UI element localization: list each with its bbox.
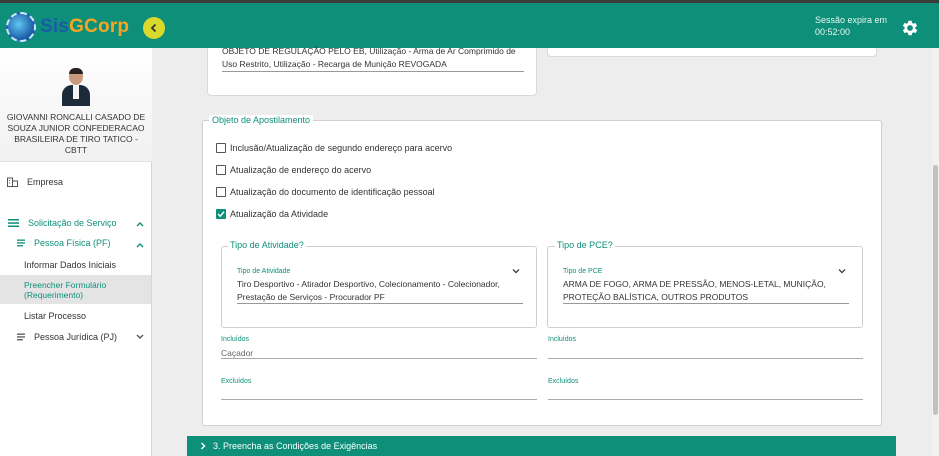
globe-icon [6,12,36,42]
sidebar-item-label: Pessoa Jurídica (PJ) [34,332,118,342]
sidebar-item-solicitacao[interactable]: Solicitação de Serviço [8,218,117,228]
checkbox[interactable] [216,165,226,175]
sidebar-item-label: Preencher Formulário (Requerimento) [24,279,107,300]
sidebar-item-label: Informar Dados Iniciais [24,260,117,270]
logo-text: SisGCorp [40,16,130,37]
option-label: Inclusão/Atualização de segundo endereço… [230,143,453,153]
top-bar: SisGCorp Sessão expira em 00:52:00 [0,0,939,48]
atividade-excluidos-label: Excluídos [221,378,252,385]
apostilamento-legend: Objeto de Apostilamento [209,115,314,125]
chevron-down-icon[interactable] [136,334,144,340]
regulation-card: OBJETO DE REGULAÇÃO PELO EB, Utilização … [207,46,537,96]
building-icon [7,177,18,187]
checkbox[interactable] [216,143,226,153]
option-endereco-acervo[interactable]: Atualização de endereço do acervo [216,165,371,175]
tipo-pce-label: Tipo de PCE [563,268,603,275]
option-documento-identificacao[interactable]: Atualização do documento de identificaçã… [216,187,435,197]
gear-icon[interactable] [900,18,920,38]
sidebar-item-informar-dados[interactable]: Informar Dados Iniciais [24,260,116,270]
tipo-atividade-select[interactable]: Tiro Desportivo - Atirador Desportivo, C… [237,278,527,304]
regulation-text: OBJETO DE REGULAÇÃO PELO EB, Utilização … [222,46,516,69]
menu-lines-icon [8,219,19,227]
right-card [547,48,877,57]
check-icon [217,211,225,218]
sidebar-item-label: Empresa [27,177,64,187]
avatar [61,68,91,106]
option-segundo-endereco[interactable]: Inclusão/Atualização de segundo endereço… [216,143,452,153]
pce-excluidos-label: Excluídos [548,378,579,385]
sidebar-item-label: Solicitação de Serviço [28,218,117,228]
section-3-header[interactable]: 3. Preencha as Condições de Exigências [187,436,896,456]
option-atualizacao-atividade[interactable]: Atualização da Atividade [216,209,328,219]
chevron-up-icon[interactable] [136,221,144,227]
atividade-incluidos-label: Incluídos [221,336,250,343]
collapse-sidebar-button[interactable] [143,17,165,39]
app-logo: SisGCorp [6,9,129,45]
tipo-atividade-label: Tipo de Atividade [237,268,291,275]
option-label: Atualização da Atividade [230,209,329,219]
atividade-incluidos-value: Caçador [221,348,254,358]
scrollbar-thumb[interactable] [933,165,938,415]
user-profile: GIOVANNI RONCALLI CASADO DE SOUZA JUNIOR… [0,48,152,162]
chevron-up-icon[interactable] [136,242,144,248]
tipo-pce-legend: Tipo de PCE? [555,240,615,250]
checkbox[interactable] [216,187,226,197]
sidebar-item-empresa[interactable]: Empresa [7,177,63,187]
sidebar-item-pessoa-juridica[interactable]: Pessoa Jurídica (PJ) [17,332,117,342]
tipo-pce-select[interactable]: ARMA DE FOGO, ARMA DE PRESSÃO, MENOS-LET… [563,278,853,304]
profile-name: GIOVANNI RONCALLI CASADO DE SOUZA JUNIOR… [6,112,146,155]
section-3-title: 3. Preencha as Condições de Exigências [213,441,378,451]
chevron-right-icon [201,442,206,450]
sidebar: GIOVANNI RONCALLI CASADO DE SOUZA JUNIOR… [0,48,152,456]
list-icon [17,333,25,341]
list-icon [17,239,25,247]
pce-incluidos-label: Incluídos [548,336,577,343]
sidebar-item-listar-processo[interactable]: Listar Processo [24,311,86,321]
chevron-left-icon [150,23,157,33]
tipo-atividade-legend: Tipo de Atividade? [228,240,306,250]
checkbox-checked[interactable] [216,209,226,219]
session-timer: Sessão expira em 00:52:00 [815,15,888,37]
chevron-down-icon[interactable] [511,266,521,276]
option-label: Atualização de endereço do acervo [230,165,372,175]
sidebar-item-preencher-formulario[interactable]: Preencher Formulário (Requerimento) [0,275,151,304]
chevron-down-icon[interactable] [837,266,847,276]
sidebar-item-label: Pessoa Física (PF) [34,238,111,248]
sidebar-item-pessoa-fisica[interactable]: Pessoa Física (PF) [17,238,111,248]
sidebar-item-label: Listar Processo [24,311,87,321]
option-label: Atualização do documento de identificaçã… [230,187,435,197]
